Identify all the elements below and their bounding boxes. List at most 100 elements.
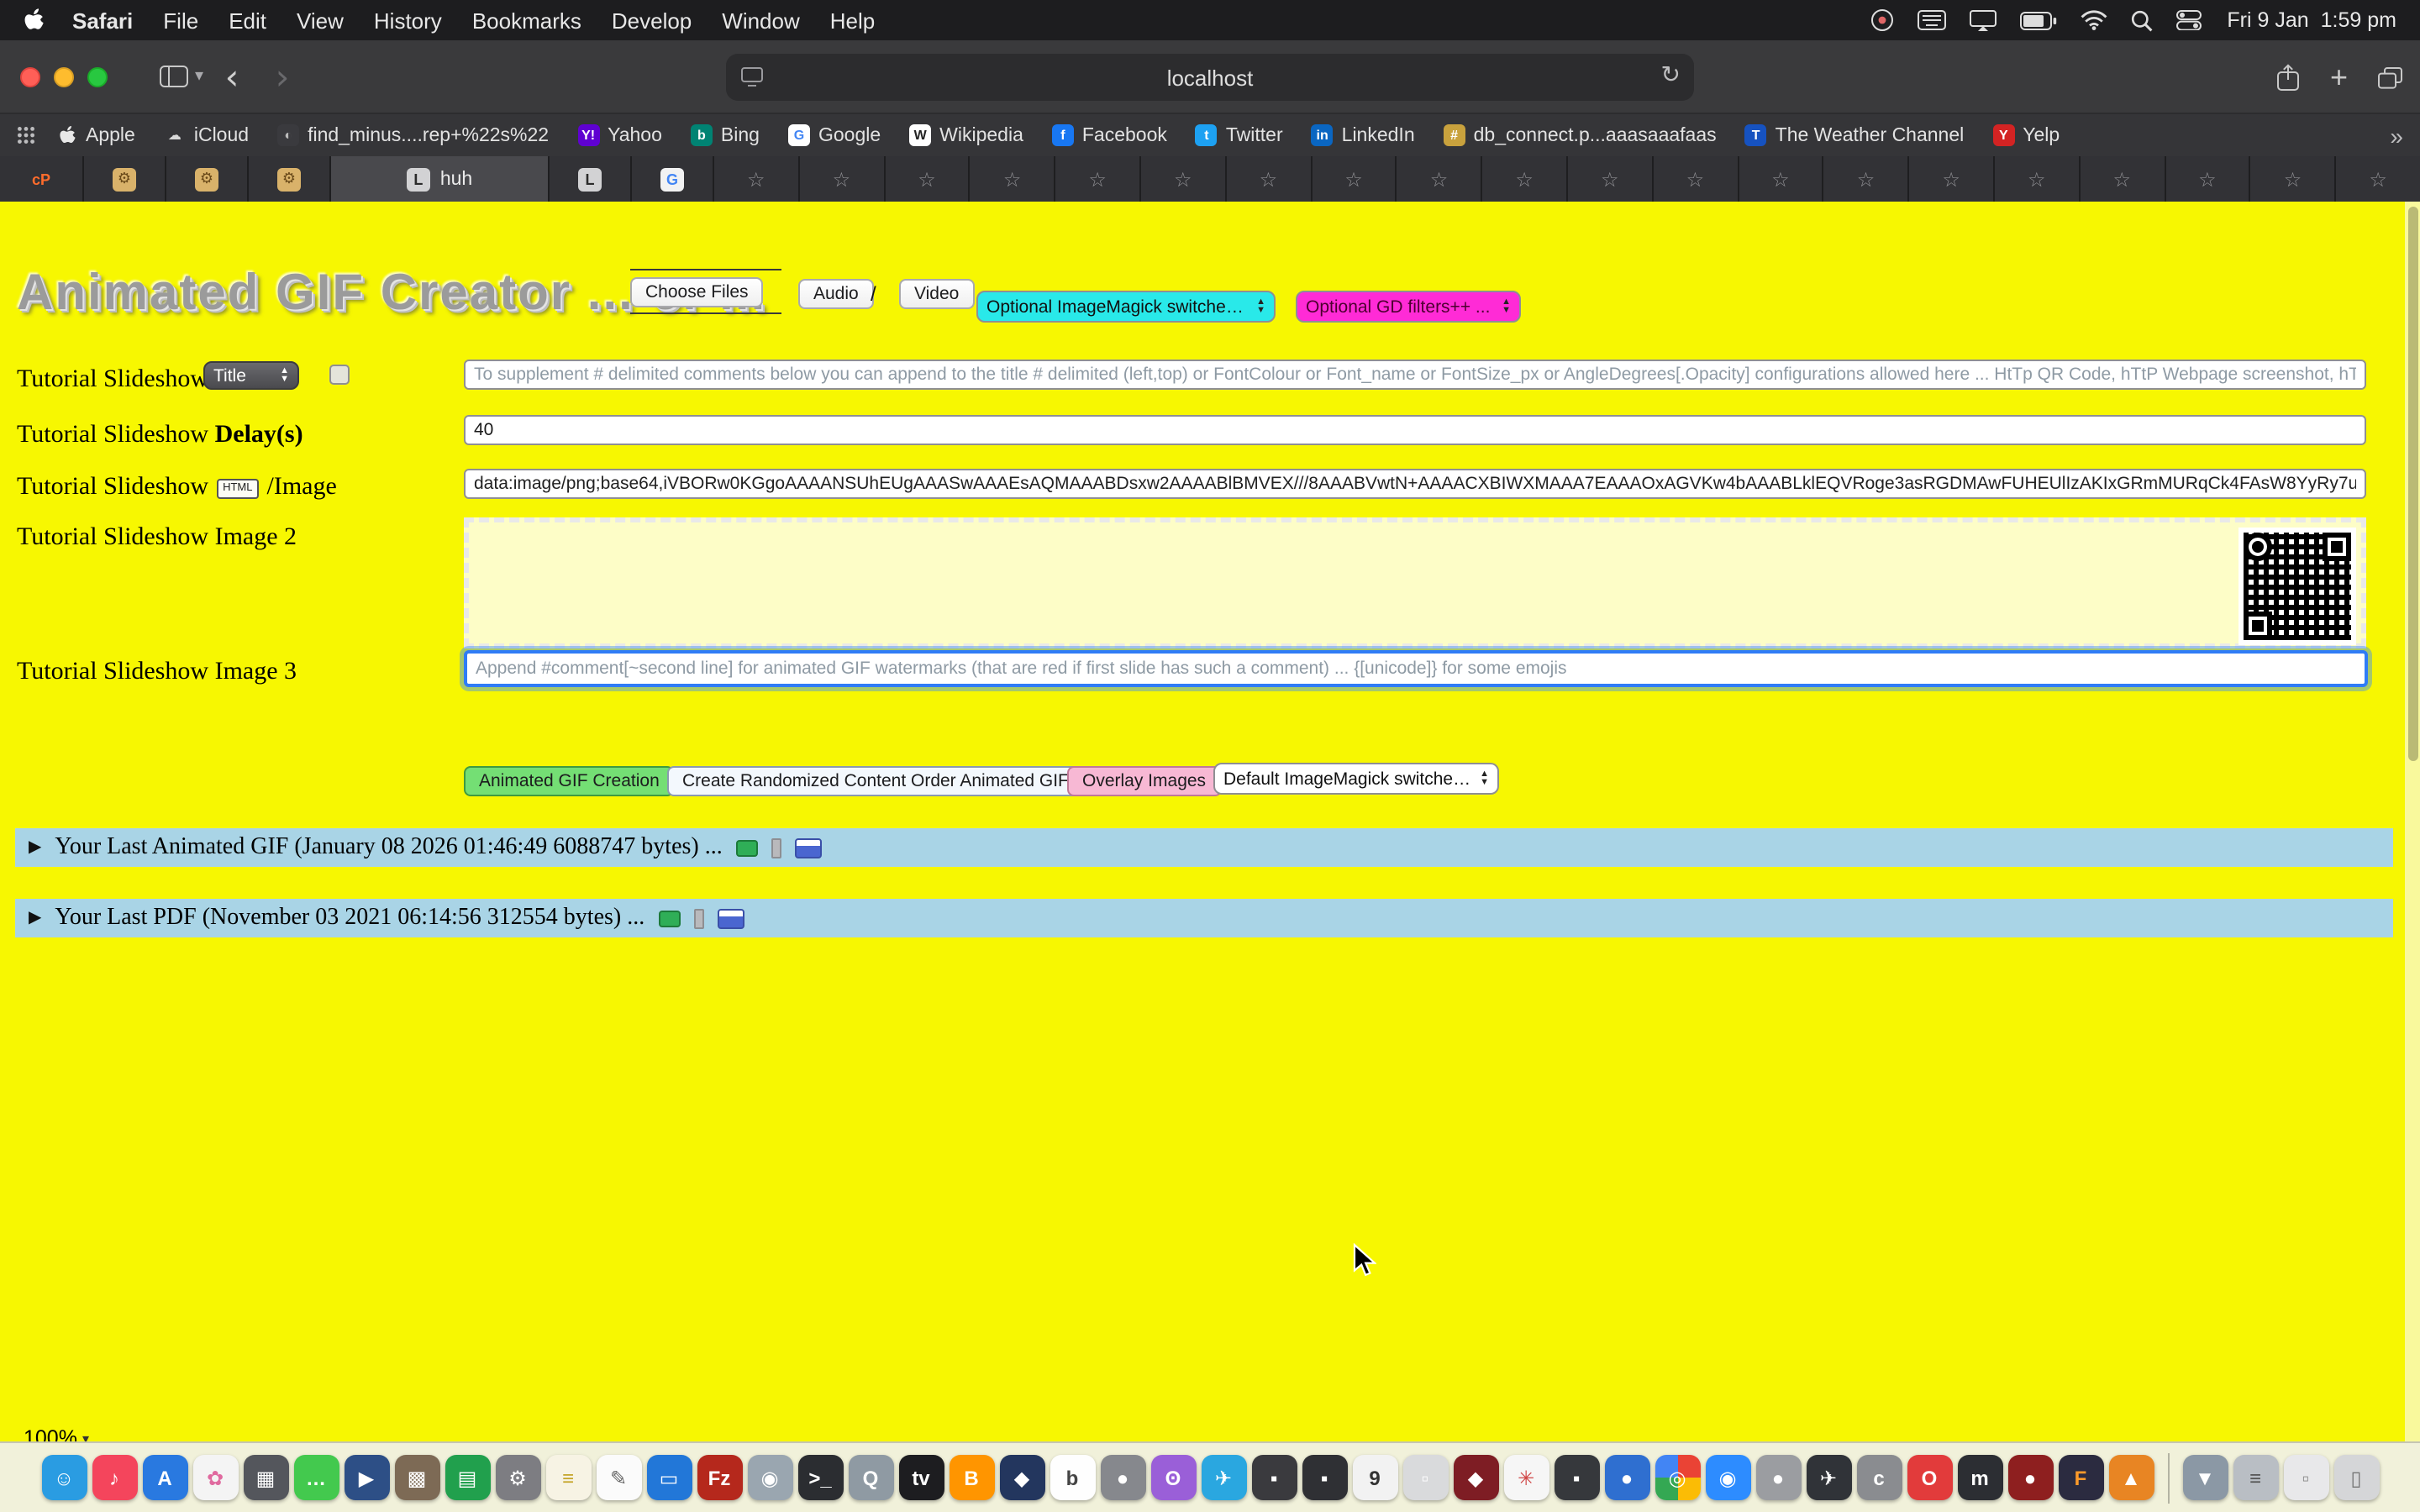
menu-history[interactable]: History [359, 8, 457, 33]
bookmark-linkedin[interactable]: inLinkedIn [1312, 124, 1415, 146]
bookmark-yahoo[interactable]: Y!Yahoo [577, 124, 662, 146]
dock-quicktime[interactable]: Q [848, 1455, 893, 1500]
empty-tab[interactable]: ☆ [1310, 156, 1396, 202]
dock-notes[interactable]: ≡ [545, 1455, 591, 1500]
dock-maps[interactable]: ▶ [344, 1455, 389, 1500]
dock-gray-circle-app[interactable]: ● [1100, 1455, 1145, 1500]
bookmark-db-connect-p-aaasaaafaas[interactable]: #db_connect.p...aaasaaafaas [1444, 124, 1717, 146]
empty-tab[interactable]: ☆ [1652, 156, 1738, 202]
dock-chrome[interactable]: ◎ [1655, 1455, 1700, 1500]
empty-tab[interactable]: ☆ [1396, 156, 1481, 202]
empty-tab[interactable]: ☆ [1907, 156, 1993, 202]
empty-tab[interactable]: ☆ [1566, 156, 1652, 202]
dock-music[interactable]: ♪ [92, 1455, 137, 1500]
fullscreen-window-button[interactable] [87, 66, 108, 87]
dock-dark-app-3[interactable]: ▪ [1554, 1455, 1599, 1500]
sidebar-chevron-icon[interactable]: ▾ [195, 67, 203, 86]
dock-dark-red-app[interactable]: ◆ [1453, 1455, 1498, 1500]
bookmark-find-minus-rep-22s-22[interactable]: ◐find_minus....rep+%22s%22 [277, 124, 549, 146]
tab[interactable]: L [548, 156, 630, 202]
empty-tab[interactable]: ☆ [1823, 156, 1908, 202]
dock-messages[interactable]: … [293, 1455, 339, 1500]
default-imagemagick-select[interactable]: Default ImageMagick switches ... ▲▼ [1213, 763, 1499, 795]
file-input[interactable]: Choose Files [630, 269, 781, 314]
dock-firefox[interactable]: F [2058, 1455, 2103, 1500]
dock-app-store[interactable]: A [142, 1455, 187, 1500]
address-bar[interactable]: localhost ↻ [726, 54, 1694, 101]
imagemagick-switches-select[interactable]: Optional ImageMagick switches ... ▲▼ [976, 291, 1276, 323]
bookmark-bing[interactable]: bBing [691, 124, 760, 146]
dock-dark-app-2[interactable]: ▪ [1302, 1455, 1347, 1500]
slideshow-delay-input[interactable] [464, 415, 2366, 445]
video-button[interactable]: Video [899, 279, 974, 309]
menu-safari[interactable]: Safari [57, 8, 148, 33]
empty-tab[interactable]: ☆ [1139, 156, 1225, 202]
empty-tab[interactable]: ☆ [2249, 156, 2335, 202]
tab-active[interactable]: Lhuh [329, 156, 548, 202]
dock-tv[interactable]: tv [898, 1455, 944, 1500]
new-tab-icon[interactable]: + [2330, 64, 2348, 91]
share-icon[interactable] [2278, 64, 2300, 91]
dock-documents-stack[interactable]: ≡ [2233, 1455, 2278, 1500]
last-animated-gif-expander[interactable]: ▶ Your Last Animated GIF (January 08 202… [15, 828, 2393, 867]
dock-photos[interactable]: ✿ [192, 1455, 238, 1500]
dock-numbers[interactable]: ▤ [445, 1455, 490, 1500]
empty-tab[interactable]: ☆ [1481, 156, 1566, 202]
dock-minimized-window[interactable]: ▫ [2283, 1455, 2328, 1500]
audio-button[interactable]: Audio [798, 279, 874, 309]
control-center-icon[interactable] [2165, 0, 2213, 40]
dock-dark-app[interactable]: ▪ [1251, 1455, 1297, 1500]
tab[interactable]: ⚙ [82, 156, 165, 202]
image3-comment-input[interactable] [464, 650, 2368, 687]
dock-downloads-folder[interactable]: ▼ [2182, 1455, 2228, 1500]
dock-books[interactable]: B [949, 1455, 994, 1500]
bookmark-wikipedia[interactable]: WWikipedia [909, 124, 1023, 146]
dock-mono-app[interactable]: m [1957, 1455, 2002, 1500]
keyboard-icon[interactable] [1906, 0, 1958, 40]
favorites-grid-icon[interactable] [17, 126, 35, 144]
empty-tab[interactable]: ☆ [1993, 156, 2079, 202]
slideshow-image-data-input[interactable] [464, 469, 2366, 499]
dock-navy-app[interactable]: ◆ [999, 1455, 1044, 1500]
menu-help[interactable]: Help [815, 8, 891, 33]
tab[interactable]: G [630, 156, 713, 202]
randomized-gif-button[interactable]: Create Randomized Content Order Animated… [667, 766, 1084, 796]
dock-podcasts[interactable]: ʘ [1150, 1455, 1196, 1500]
menu-clock[interactable]: Fri 9 Jan 1:59 pm [2213, 8, 2403, 32]
empty-tab[interactable]: ☆ [2164, 156, 2249, 202]
slideshow-title-input[interactable] [464, 360, 2366, 390]
menu-view[interactable]: View [281, 8, 359, 33]
dock-blue-app[interactable]: ● [1604, 1455, 1649, 1500]
overlay-images-button[interactable]: Overlay Images [1067, 766, 1221, 796]
back-button[interactable]: ‹ [210, 55, 254, 98]
gd-filters-select[interactable]: Optional GD filters++ ... ▲▼ [1296, 291, 1521, 323]
menu-develop[interactable]: Develop [597, 8, 707, 33]
empty-tab[interactable]: ☆ [1737, 156, 1823, 202]
dock-cog-app[interactable]: c [1856, 1455, 1902, 1500]
tab[interactable]: ⚙ [247, 156, 329, 202]
menu-window[interactable]: Window [707, 8, 815, 33]
choose-files-button[interactable]: Choose Files [630, 277, 764, 307]
spotlight-search-icon[interactable] [2119, 0, 2165, 40]
close-window-button[interactable] [20, 66, 40, 87]
menu-bookmarks[interactable]: Bookmarks [457, 8, 597, 33]
image2-drop-area[interactable] [464, 517, 2366, 648]
empty-tab[interactable]: ☆ [798, 156, 884, 202]
empty-tab[interactable]: ☆ [2334, 156, 2420, 202]
bookmark-twitter[interactable]: tTwitter [1196, 124, 1283, 146]
dock-nine-app[interactable]: 9 [1352, 1455, 1397, 1500]
bookmark-facebook[interactable]: fFacebook [1052, 124, 1167, 146]
battery-icon[interactable] [2008, 0, 2069, 40]
dock-paper-plane-app[interactable]: ✈ [1806, 1455, 1851, 1500]
page-scrollbar[interactable] [2405, 202, 2420, 1441]
dock-launchpad[interactable]: ▩ [394, 1455, 439, 1500]
dock-terminal[interactable]: >_ [797, 1455, 843, 1500]
bookmarks-overflow-chevron[interactable]: » [2376, 122, 2403, 149]
dock-bear[interactable]: b [1050, 1455, 1095, 1500]
reload-icon[interactable]: ↻ [1661, 60, 1681, 89]
dock-system-settings[interactable]: ⚙ [495, 1455, 540, 1500]
scrollbar-thumb[interactable] [2407, 207, 2417, 761]
eject-icon[interactable] [693, 908, 703, 928]
tab[interactable]: cP [0, 156, 82, 202]
wifi-icon[interactable] [2069, 0, 2119, 40]
